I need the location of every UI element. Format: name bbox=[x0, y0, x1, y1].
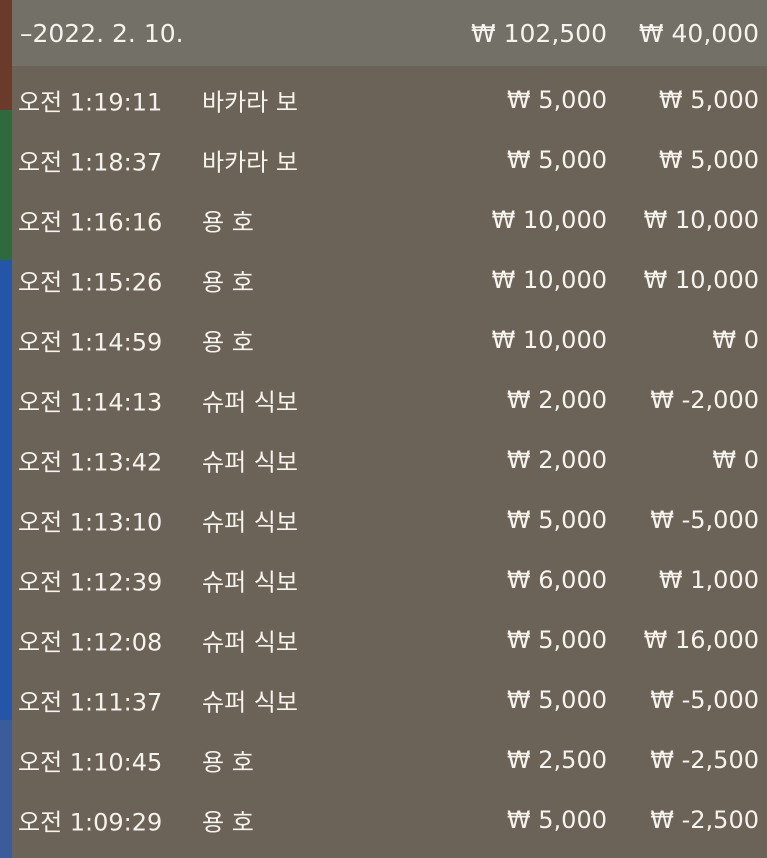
row-win: ₩ 1,000 bbox=[658, 566, 759, 594]
row-game: 바카라 보 bbox=[202, 88, 298, 117]
history-row[interactable]: 오전 1:14:13 슈퍼 식보 ₩ 2,000 ₩ -2,000 bbox=[12, 370, 767, 430]
group-total-bet: ₩ 102,500 bbox=[470, 18, 607, 48]
row-time: 오전 1:09:29 bbox=[18, 808, 163, 837]
row-win: ₩ -5,000 bbox=[650, 506, 759, 534]
row-win: ₩ 5,000 bbox=[658, 86, 759, 114]
row-time: 오전 1:13:42 bbox=[18, 448, 163, 477]
history-row[interactable]: 오전 1:12:39 슈퍼 식보 ₩ 6,000 ₩ 1,000 bbox=[12, 550, 767, 610]
row-game: 용 호 bbox=[202, 208, 254, 237]
row-win: ₩ 16,000 bbox=[643, 626, 759, 654]
history-row[interactable]: 오전 1:16:16 용 호 ₩ 10,000 ₩ 10,000 bbox=[12, 190, 767, 250]
row-win: ₩ -2,500 bbox=[650, 806, 759, 834]
row-time: 오전 1:16:16 bbox=[18, 208, 163, 237]
bet-history-panel: –2022. 2. 10. ₩ 102,500 ₩ 40,000 오전 1:19… bbox=[12, 0, 767, 858]
row-win: ₩ -5,000 bbox=[650, 686, 759, 714]
row-game: 슈퍼 식보 bbox=[202, 688, 298, 717]
date-group-header[interactable]: –2022. 2. 10. ₩ 102,500 ₩ 40,000 bbox=[12, 0, 767, 66]
row-time: 오전 1:13:10 bbox=[18, 508, 163, 537]
row-bet: ₩ 2,500 bbox=[506, 746, 607, 774]
row-time: 오전 1:15:26 bbox=[18, 268, 163, 297]
row-bet: ₩ 5,000 bbox=[506, 506, 607, 534]
history-row[interactable]: 오전 1:09:29 용 호 ₩ 5,000 ₩ -2,500 bbox=[12, 790, 767, 850]
row-game: 슈퍼 식보 bbox=[202, 568, 298, 597]
row-win: ₩ -2,000 bbox=[650, 386, 759, 414]
row-win: ₩ 0 bbox=[712, 326, 759, 354]
row-game: 슈퍼 식보 bbox=[202, 388, 298, 417]
row-game: 바카라 보 bbox=[202, 148, 298, 177]
row-bet: ₩ 2,000 bbox=[506, 386, 607, 414]
bet-history-list: 오전 1:19:11 바카라 보 ₩ 5,000 ₩ 5,000 오전 1:18… bbox=[12, 70, 767, 850]
row-bet: ₩ 10,000 bbox=[491, 206, 607, 234]
history-row[interactable]: 오전 1:15:26 용 호 ₩ 10,000 ₩ 10,000 bbox=[12, 250, 767, 310]
row-game: 용 호 bbox=[202, 268, 254, 297]
row-time: 오전 1:10:45 bbox=[18, 748, 163, 777]
history-row[interactable]: 오전 1:14:59 용 호 ₩ 10,000 ₩ 0 bbox=[12, 310, 767, 370]
row-time: 오전 1:12:39 bbox=[18, 568, 163, 597]
row-game: 슈퍼 식보 bbox=[202, 448, 298, 477]
group-total-win: ₩ 40,000 bbox=[638, 18, 759, 48]
row-bet: ₩ 10,000 bbox=[491, 326, 607, 354]
group-date: –2022. 2. 10. bbox=[20, 18, 184, 48]
row-bet: ₩ 5,000 bbox=[506, 146, 607, 174]
row-win: ₩ 10,000 bbox=[643, 266, 759, 294]
history-row[interactable]: 오전 1:18:37 바카라 보 ₩ 5,000 ₩ 5,000 bbox=[12, 130, 767, 190]
row-time: 오전 1:12:08 bbox=[18, 628, 163, 657]
row-time: 오전 1:14:13 bbox=[18, 388, 163, 417]
history-row[interactable]: 오전 1:13:42 슈퍼 식보 ₩ 2,000 ₩ 0 bbox=[12, 430, 767, 490]
history-row[interactable]: 오전 1:10:45 용 호 ₩ 2,500 ₩ -2,500 bbox=[12, 730, 767, 790]
history-row[interactable]: 오전 1:19:11 바카라 보 ₩ 5,000 ₩ 5,000 bbox=[12, 70, 767, 130]
row-win: ₩ 10,000 bbox=[643, 206, 759, 234]
row-time: 오전 1:19:11 bbox=[18, 88, 163, 117]
row-win: ₩ 5,000 bbox=[658, 146, 759, 174]
history-row[interactable]: 오전 1:11:37 슈퍼 식보 ₩ 5,000 ₩ -5,000 bbox=[12, 670, 767, 730]
row-game: 용 호 bbox=[202, 328, 254, 357]
row-bet: ₩ 5,000 bbox=[506, 626, 607, 654]
history-row[interactable]: 오전 1:13:10 슈퍼 식보 ₩ 5,000 ₩ -5,000 bbox=[12, 490, 767, 550]
row-time: 오전 1:18:37 bbox=[18, 148, 163, 177]
row-game: 용 호 bbox=[202, 808, 254, 837]
row-time: 오전 1:11:37 bbox=[18, 688, 163, 717]
row-win: ₩ 0 bbox=[712, 446, 759, 474]
row-time: 오전 1:14:59 bbox=[18, 328, 163, 357]
row-bet: ₩ 5,000 bbox=[506, 86, 607, 114]
row-bet: ₩ 5,000 bbox=[506, 806, 607, 834]
history-row[interactable]: 오전 1:12:08 슈퍼 식보 ₩ 5,000 ₩ 16,000 bbox=[12, 610, 767, 670]
row-bet: ₩ 5,000 bbox=[506, 686, 607, 714]
row-bet: ₩ 2,000 bbox=[506, 446, 607, 474]
row-bet: ₩ 10,000 bbox=[491, 266, 607, 294]
row-game: 용 호 bbox=[202, 748, 254, 777]
row-game: 슈퍼 식보 bbox=[202, 628, 298, 657]
row-bet: ₩ 6,000 bbox=[506, 566, 607, 594]
row-win: ₩ -2,500 bbox=[650, 746, 759, 774]
row-game: 슈퍼 식보 bbox=[202, 508, 298, 537]
